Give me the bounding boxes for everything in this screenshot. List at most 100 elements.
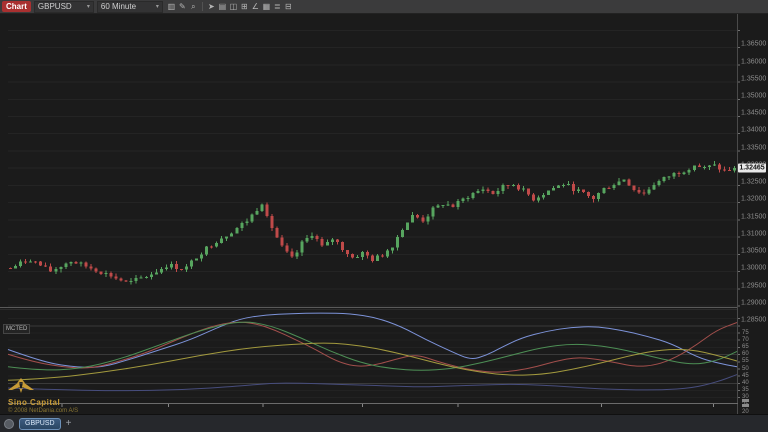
candle-body xyxy=(446,205,449,206)
indicator-axis-label: 75 xyxy=(742,330,749,336)
candle-body xyxy=(582,190,585,192)
candle-body xyxy=(527,189,530,195)
candle-body xyxy=(612,185,615,188)
chartstation-window: Chart GBPUSD ▾ 60 Minute ▾ ▥✎⌕ ➤▤◫⊞∠▦≣⊟ 1… xyxy=(0,0,768,432)
candle-body xyxy=(190,260,193,266)
current-price-label: 1.32465 xyxy=(738,163,766,172)
price-axis-label: 1.32500 xyxy=(741,179,766,186)
candle-body xyxy=(673,173,676,177)
candle-body xyxy=(245,222,248,224)
candle-body xyxy=(69,262,72,263)
candle-body xyxy=(275,228,278,237)
candle-body xyxy=(361,252,364,257)
candle-body xyxy=(728,170,731,171)
table-icon[interactable]: ⊟ xyxy=(283,1,294,12)
indicator-grid-icon[interactable]: ▦ xyxy=(261,1,272,12)
candle-body xyxy=(74,262,77,264)
candle-body xyxy=(381,256,384,257)
indicator-axis-label: 30 xyxy=(742,394,749,400)
candle-body xyxy=(733,168,736,171)
candle-body xyxy=(54,269,57,272)
candle-body xyxy=(683,173,686,174)
candle-body xyxy=(165,268,168,269)
candle-body xyxy=(607,188,610,189)
candle-body xyxy=(140,278,143,279)
candle-body xyxy=(396,237,399,248)
add-window-button[interactable]: + xyxy=(66,419,72,429)
candle-body xyxy=(125,280,128,281)
candle-body xyxy=(130,281,133,282)
annotation-icon[interactable]: ▤ xyxy=(217,1,228,12)
draw-trendline-icon[interactable]: ✎ xyxy=(177,1,188,12)
indicator-label[interactable]: MCTED xyxy=(3,324,30,334)
candle-body xyxy=(391,248,394,251)
main-chart-canvas[interactable] xyxy=(0,14,768,414)
candle-body xyxy=(306,238,309,242)
candle-body xyxy=(577,190,580,192)
price-axis-label: 1.33500 xyxy=(741,144,766,151)
candle-body xyxy=(346,250,349,254)
timeframe-value: 60 Minute xyxy=(101,2,136,12)
candle-body xyxy=(542,195,545,198)
candle-body xyxy=(487,189,490,191)
tile-windows-icon[interactable]: ⊞ xyxy=(239,1,250,12)
candle-body xyxy=(19,262,22,267)
app-menu-icon[interactable] xyxy=(4,419,14,429)
candle-body xyxy=(135,278,138,281)
candle-body xyxy=(562,185,565,186)
price-axis-label: 1.29000 xyxy=(741,299,766,306)
candle-body xyxy=(416,215,419,217)
candle-body xyxy=(170,264,173,268)
candle-body xyxy=(572,184,575,191)
candle-body xyxy=(502,185,505,191)
candle-body xyxy=(552,188,555,191)
new-window-icon[interactable]: ◫ xyxy=(228,1,239,12)
zoom-icon[interactable]: ⌕ xyxy=(188,1,199,12)
angle-tool-icon[interactable]: ∠ xyxy=(250,1,261,12)
candle-body xyxy=(205,247,208,255)
candle-body xyxy=(34,261,37,262)
price-axis-label: 1.34000 xyxy=(741,127,766,134)
candle-body xyxy=(376,256,379,261)
candle-body xyxy=(180,269,183,270)
candle-body xyxy=(215,243,218,247)
candle-body xyxy=(291,251,294,256)
candle-body xyxy=(301,242,304,253)
candle-body xyxy=(89,266,92,268)
candlestick-chart-icon[interactable]: ▥ xyxy=(166,1,177,12)
candle-body xyxy=(336,240,339,242)
candle-body xyxy=(456,201,459,207)
chart-menu-button[interactable]: Chart xyxy=(2,1,31,12)
symbol-select[interactable]: GBPUSD ▾ xyxy=(34,1,94,13)
candle-body xyxy=(200,254,203,258)
candle-body xyxy=(49,267,52,272)
candle-body xyxy=(406,222,409,229)
candle-body xyxy=(597,193,600,199)
candle-body xyxy=(185,266,188,269)
candle-body xyxy=(59,267,62,269)
candle-body xyxy=(477,191,480,193)
pointer-icon[interactable]: ➤ xyxy=(206,1,217,12)
candle-body xyxy=(522,189,525,190)
candle-body xyxy=(451,205,454,207)
price-axis-label: 1.35000 xyxy=(741,93,766,100)
candle-body xyxy=(311,236,314,238)
candle-body xyxy=(617,181,620,185)
candle-body xyxy=(235,228,238,233)
candle-body xyxy=(587,192,590,196)
chevron-down-icon: ▾ xyxy=(156,2,159,12)
candle-body xyxy=(39,262,42,266)
list-icon[interactable]: ≣ xyxy=(272,1,283,12)
candle-body xyxy=(436,205,439,207)
candle-body xyxy=(467,198,470,199)
window-tab-gbpusd[interactable]: GBPUSD xyxy=(19,418,61,430)
candle-body xyxy=(517,185,520,190)
candle-body xyxy=(281,237,284,245)
candle-body xyxy=(668,177,671,178)
price-axis-label: 1.36000 xyxy=(741,58,766,65)
candle-body xyxy=(145,277,148,278)
candle-body xyxy=(567,184,570,185)
timeframe-select[interactable]: 60 Minute ▾ xyxy=(97,1,163,13)
candle-body xyxy=(632,186,635,190)
price-axis-label: 1.34500 xyxy=(741,110,766,117)
